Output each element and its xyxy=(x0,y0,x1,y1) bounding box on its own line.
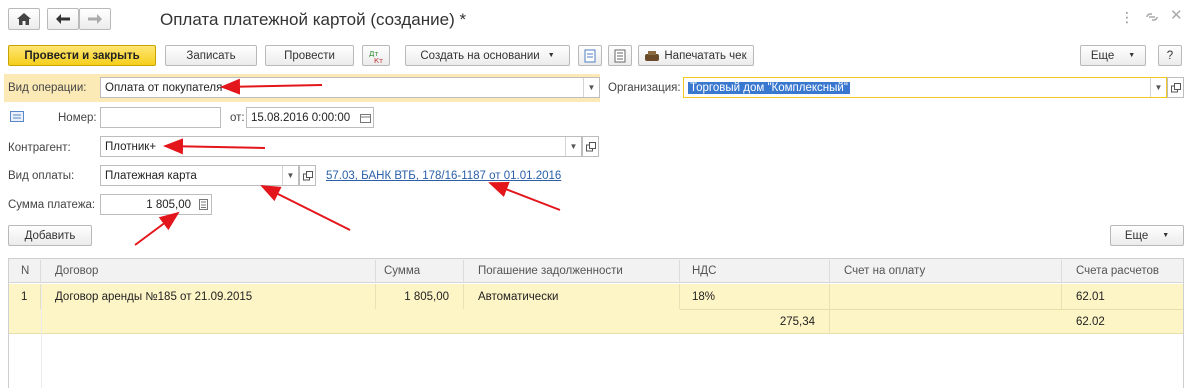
calculator-icon[interactable] xyxy=(195,195,211,214)
debit-credit-icon: Дт Кт xyxy=(369,50,383,64)
open-icon xyxy=(1170,82,1181,92)
date-from-label: от: xyxy=(230,112,245,124)
close-icon[interactable]: ✕ xyxy=(1170,6,1183,24)
report-icon xyxy=(614,49,626,62)
column-vat[interactable]: НДС xyxy=(680,260,830,282)
operation-type-value: Оплата от покупателя xyxy=(105,81,223,94)
open-counterparty-button[interactable] xyxy=(582,136,599,157)
cash-register-icon xyxy=(645,50,660,61)
amount-value: 1 805,00 xyxy=(146,198,191,211)
arrow-amount xyxy=(134,211,180,246)
date-field[interactable]: 15.08.2016 0:00:00 xyxy=(246,107,374,128)
dt-kt-button[interactable]: Дт Кт xyxy=(362,45,390,66)
chevron-down-icon: ▼ xyxy=(1162,232,1170,239)
report-button[interactable] xyxy=(608,45,632,66)
column-divider xyxy=(41,284,42,388)
home-icon xyxy=(17,13,31,25)
forward-button[interactable] xyxy=(79,8,111,30)
column-contract[interactable]: Договор xyxy=(41,260,376,282)
organization-field[interactable]: Торговый дом "Комплексный" ▼ xyxy=(683,77,1167,98)
open-payment-kind-button[interactable] xyxy=(299,165,316,186)
row-invoice[interactable] xyxy=(830,284,1062,309)
document-list-icon xyxy=(10,111,24,122)
operation-type-label: Вид операции: xyxy=(8,82,87,94)
chevron-down-icon: ▼ xyxy=(1128,52,1136,59)
arrow-right-icon xyxy=(88,14,102,24)
arrow-account xyxy=(488,182,561,211)
post-and-close-button[interactable]: Провести и закрыть xyxy=(8,45,156,66)
chevron-down-icon[interactable]: ▼ xyxy=(1150,78,1166,97)
payment-kind-label: Вид оплаты: xyxy=(8,170,75,182)
column-n[interactable]: N xyxy=(9,260,41,282)
column-invoice[interactable]: Счет на оплату xyxy=(830,260,1062,282)
save-button[interactable]: Записать xyxy=(165,45,257,66)
row-amount[interactable]: 1 805,00 xyxy=(376,284,464,309)
column-accounts[interactable]: Счета расчетов xyxy=(1062,260,1183,282)
organization-label: Организация: xyxy=(608,82,681,94)
open-organization-button[interactable] xyxy=(1167,77,1184,98)
create-based-on-label: Создать на основании xyxy=(420,49,540,62)
row-number: 1 xyxy=(9,284,41,309)
calendar-icon[interactable] xyxy=(357,108,373,127)
amount-label: Сумма платежа: xyxy=(8,199,96,211)
organization-value: Торговый дом "Комплексный" xyxy=(688,81,850,94)
print-check-button[interactable]: Напечатать чек xyxy=(638,45,754,66)
counterparty-label: Контрагент: xyxy=(8,142,71,154)
number-label: Номер: xyxy=(58,112,97,124)
open-icon xyxy=(302,170,313,180)
more-label: Еще xyxy=(1090,49,1115,62)
svg-text:Кт: Кт xyxy=(374,57,383,64)
help-button[interactable]: ? xyxy=(1158,45,1182,66)
payment-kind-value: Платежная карта xyxy=(105,169,197,182)
arrow-payment-kind xyxy=(260,185,351,231)
more-vert-icon[interactable]: ⋮ xyxy=(1120,9,1134,26)
row-repayment[interactable]: Автоматически xyxy=(464,284,680,309)
print-check-label: Напечатать чек xyxy=(664,49,747,62)
row-vat-amount[interactable]: 275,34 xyxy=(680,309,830,334)
payment-kind-field[interactable]: Платежная карта ▼ xyxy=(100,165,299,186)
date-value: 15.08.2016 0:00:00 xyxy=(251,111,351,124)
add-row-button[interactable]: Добавить xyxy=(8,225,92,246)
back-button[interactable] xyxy=(47,8,79,30)
counterparty-field[interactable]: Плотник+ ▼ xyxy=(100,136,582,157)
link-icon[interactable] xyxy=(1145,12,1159,22)
counterparty-value: Плотник+ xyxy=(105,140,157,153)
document-button[interactable] xyxy=(578,45,602,66)
open-icon xyxy=(585,141,596,151)
operation-type-field[interactable]: Оплата от покупателя ▼ xyxy=(100,77,600,98)
document-icon xyxy=(584,49,596,62)
chevron-down-icon: ▼ xyxy=(547,52,555,59)
row-account-2[interactable]: 62.02 xyxy=(1062,309,1183,334)
row-account-1[interactable]: 62.01 xyxy=(1062,284,1183,309)
number-field[interactable] xyxy=(100,107,221,128)
post-button[interactable]: Провести xyxy=(265,45,354,66)
home-button[interactable] xyxy=(8,8,40,30)
more-button[interactable]: Еще ▼ xyxy=(1080,45,1146,66)
row-contract[interactable]: Договор аренды №185 от 21.09.2015 xyxy=(41,284,376,309)
row-vat-rate[interactable]: 18% xyxy=(680,284,830,309)
arrow-left-icon xyxy=(56,14,70,24)
column-amount[interactable]: Сумма xyxy=(376,260,464,282)
table-more-button[interactable]: Еще ▼ xyxy=(1110,225,1184,246)
create-based-on-button[interactable]: Создать на основании ▼ xyxy=(405,45,570,66)
chevron-down-icon[interactable]: ▼ xyxy=(282,166,298,185)
column-repayment[interactable]: Погашение задолженности xyxy=(464,260,680,282)
table-more-label: Еще xyxy=(1124,229,1149,242)
chevron-down-icon[interactable]: ▼ xyxy=(583,78,599,97)
amount-field[interactable]: 1 805,00 xyxy=(100,194,212,215)
page-title: Оплата платежной картой (создание) * xyxy=(160,10,467,29)
chevron-down-icon[interactable]: ▼ xyxy=(565,137,581,156)
account-link[interactable]: 57.03, БАНК ВТБ, 178/16-1187 от 01.01.20… xyxy=(326,170,561,182)
